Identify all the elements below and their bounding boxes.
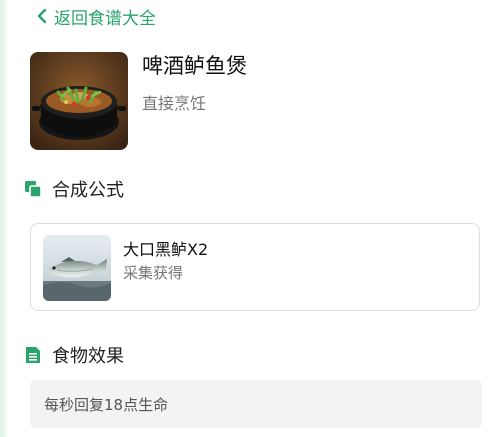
left-edge-accent	[0, 0, 8, 437]
ingredient-name: 大口黑鲈X2	[123, 240, 209, 259]
food-effect-text: 每秒回复18点生命	[44, 395, 169, 414]
effects-heading-label: 食物效果	[52, 346, 124, 367]
cooking-method: 直接烹饪	[142, 94, 207, 113]
formula-heading-label: 合成公式	[52, 180, 124, 201]
back-to-recipes-link[interactable]: 返回食谱大全	[34, 4, 156, 29]
fish-ingredient-image	[43, 235, 111, 301]
chevron-left-icon	[37, 8, 47, 24]
food-effect-box: 每秒回复18点生命	[30, 380, 482, 428]
document-icon	[26, 347, 40, 363]
back-link-label: 返回食谱大全	[54, 8, 156, 29]
recipe-dish-image	[30, 52, 128, 150]
ingredient-card[interactable]: 大口黑鲈X2 采集获得	[30, 223, 480, 311]
recipe-info: 啤酒鲈鱼煲 直接烹饪	[142, 52, 247, 114]
layers-icon	[25, 181, 42, 198]
effects-section-heading: 食物效果	[24, 342, 124, 368]
recipe-header: 啤酒鲈鱼煲 直接烹饪	[30, 52, 247, 150]
formula-section-heading: 合成公式	[24, 176, 124, 202]
recipe-title: 啤酒鲈鱼煲	[142, 54, 247, 78]
ingredient-source: 采集获得	[123, 264, 184, 282]
